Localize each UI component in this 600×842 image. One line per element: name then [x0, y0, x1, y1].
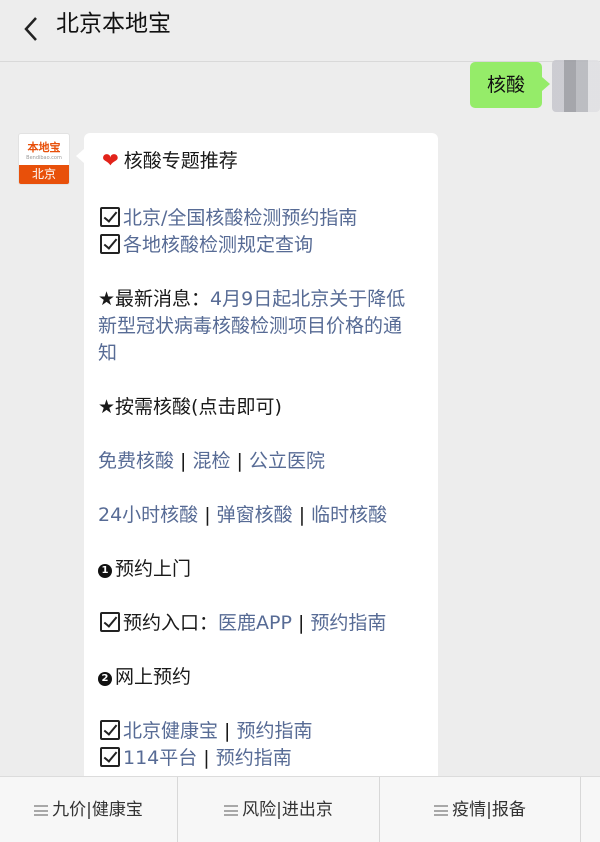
news-link-part3[interactable]: 知 [98, 340, 117, 367]
rules-query-link[interactable]: 各地核酸检测规定查询 [123, 234, 313, 256]
menu-icon [34, 805, 49, 816]
checkbox-icon [100, 612, 120, 632]
online-item: 北京健康宝 | 预约指南 [100, 718, 313, 745]
guide-link[interactable]: 预约指南 [310, 612, 386, 634]
separator: | [218, 720, 237, 742]
temp-test-link[interactable]: 临时核酸 [311, 504, 387, 526]
menu-icon [434, 805, 449, 816]
section-title: 网上预约 [115, 666, 192, 688]
account-avatar[interactable]: 本地宝 Bendibao.com 北京 [18, 133, 70, 185]
free-test-link[interactable]: 免费核酸 [98, 450, 174, 472]
ondemand-row-2: 24小时核酸 | 弹窗核酸 | 临时核酸 [98, 502, 387, 529]
menu-tab-vaccine[interactable]: 九价|健康宝 [0, 777, 177, 842]
checkbox-icon [100, 234, 120, 254]
public-hospital-link[interactable]: 公立医院 [249, 450, 325, 472]
message-heading: ❤ 核酸专题推荐 [102, 147, 238, 175]
checklist-item: 北京/全国核酸检测预约指南 [100, 205, 357, 232]
checklist-item: 各地核酸检测规定查询 [100, 232, 313, 259]
separator: | [292, 504, 312, 526]
separator: | [230, 450, 249, 472]
avatar-site: Bendibao.com [26, 155, 62, 161]
menu-tab-label: 九价|健康宝 [52, 800, 143, 820]
separator: | [174, 450, 193, 472]
mixed-test-link[interactable]: 混检 [193, 450, 231, 472]
section-online-booking: 2 网上预约 [98, 664, 191, 691]
menu-divider [580, 777, 581, 842]
incoming-message: ❤ 核酸专题推荐 北京/全国核酸检测预约指南 各地核酸检测规定查询 ★最新消息：4… [76, 133, 438, 793]
popup-test-link[interactable]: 弹窗核酸 [217, 504, 293, 526]
section-title: 预约上门 [115, 558, 192, 580]
separator: | [291, 612, 311, 634]
checkbox-icon [100, 720, 120, 740]
health-kit-link[interactable]: 北京健康宝 [123, 720, 218, 742]
ondemand-row-1: 免费核酸 | 混检 | 公立医院 [98, 448, 325, 475]
number-badge: 2 [98, 672, 112, 686]
outgoing-message[interactable]: 核酸 [470, 62, 550, 108]
guide-link-national[interactable]: 北京/全国核酸检测预约指南 [123, 207, 357, 229]
24h-test-link[interactable]: 24小时核酸 [98, 504, 198, 526]
booking-entry: 预约入口：医鹿APP | 预约指南 [100, 610, 386, 637]
my-avatar[interactable] [552, 60, 600, 112]
checkbox-icon [100, 207, 120, 227]
news-link-part1[interactable]: 4月9日起北京关于降低 [210, 288, 405, 310]
avatar-brand: 本地宝 [27, 141, 61, 154]
separator: | [198, 504, 217, 526]
menu-tab-risk[interactable]: 风险|进出京 [178, 777, 379, 842]
chat-header: 北京本地宝 [0, 0, 600, 62]
chat-title: 北京本地宝 [56, 11, 171, 37]
back-arrow-icon[interactable] [18, 10, 46, 48]
news-prefix: ★最新消息： [98, 288, 211, 310]
avatar-city: 北京 [19, 165, 69, 184]
guide-link[interactable]: 预约指南 [216, 747, 292, 769]
ondemand-heading: ★按需核酸(点击即可) [98, 396, 282, 418]
menu-tab-label: 疫情|报备 [452, 800, 526, 820]
checkbox-icon [100, 747, 120, 767]
online-item: 114平台 | 预约指南 [100, 745, 292, 772]
bottom-menu-bar: 九价|健康宝 风险|进出京 疫情|报备 [0, 776, 600, 842]
entry-label: 预约入口： [123, 612, 219, 634]
number-badge: 1 [98, 564, 112, 578]
platform-114-link[interactable]: 114平台 [123, 747, 197, 769]
news-link-part2[interactable]: 新型冠状病毒核酸检测项目价格的通 [98, 313, 402, 340]
menu-tab-label: 风险|进出京 [242, 800, 333, 820]
news-line: ★最新消息：4月9日起北京关于降低 [98, 286, 405, 313]
section-home-visit: 1 预约上门 [98, 556, 191, 583]
app-link[interactable]: 医鹿APP [218, 612, 292, 634]
guide-link[interactable]: 预约指南 [237, 720, 313, 742]
menu-icon [224, 805, 239, 816]
heading-text: 核酸专题推荐 [123, 150, 238, 172]
separator: | [197, 747, 216, 769]
heart-icon: ❤ [102, 148, 119, 172]
menu-tab-epidemic[interactable]: 疫情|报备 [380, 777, 580, 842]
